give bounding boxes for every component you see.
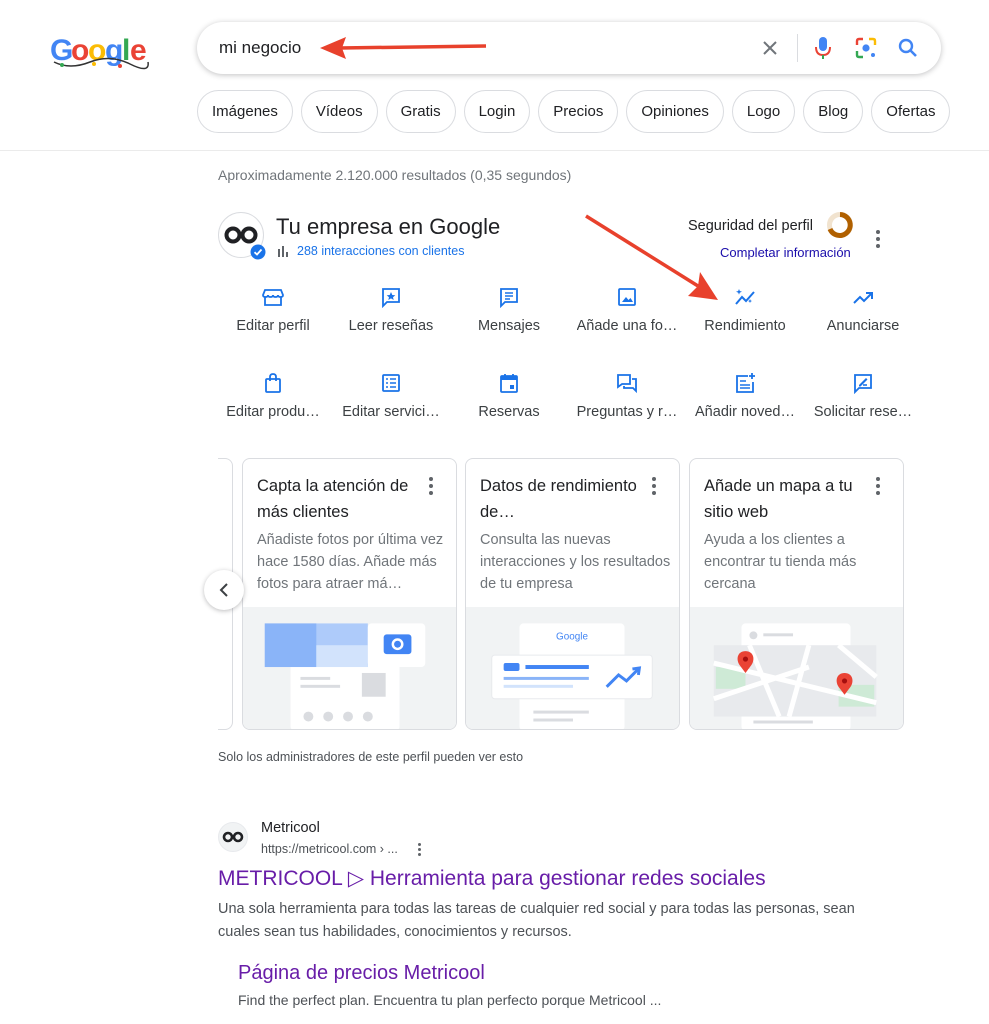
site-name[interactable]: Metricool (261, 820, 320, 836)
action-label: Añade una fo… (576, 318, 678, 334)
action-label: Anunciarse (826, 318, 900, 334)
action-storefront[interactable]: Editar perfil (214, 286, 332, 334)
svg-text:o: o (71, 34, 89, 67)
filter-chip[interactable]: Blog (803, 90, 864, 133)
clear-icon[interactable] (757, 35, 783, 61)
filter-chip[interactable]: Ofertas (871, 90, 951, 133)
calendar-icon (500, 374, 518, 393)
action-qa[interactable]: Preguntas y r… (568, 372, 686, 420)
filter-chip[interactable]: Login (463, 90, 531, 133)
result-snippet: Una sola herramienta para todas las tare… (218, 901, 855, 940)
carousel-previous-button[interactable] (204, 570, 244, 610)
result-more-options-icon[interactable] (416, 843, 422, 856)
action-label: Reservas (478, 404, 540, 420)
svg-text:G: G (50, 34, 73, 67)
card-more-options-icon[interactable] (428, 477, 434, 495)
action-label: Rendimiento (704, 318, 786, 334)
search-input[interactable]: mi negocio (219, 38, 301, 58)
card-description: Consulta las nuevas interacciones y los … (480, 532, 671, 592)
list-icon (382, 374, 400, 392)
photos-illustration (243, 607, 456, 729)
action-review[interactable]: Leer reseñas (332, 286, 450, 334)
performance-icon (735, 289, 755, 305)
action-label: Editar produ… (226, 404, 320, 420)
filter-chip[interactable]: Vídeos (300, 90, 378, 133)
complete-info-link[interactable]: Completar información (720, 245, 851, 260)
svg-text:g: g (105, 34, 123, 67)
bar-chart-icon (278, 246, 288, 257)
action-performance[interactable]: Rendimiento (686, 286, 804, 334)
header-divider (0, 150, 989, 151)
profile-strength-ring-icon (827, 212, 853, 238)
art-brand-text: Google (556, 631, 588, 642)
action-label: Solicitar rese… (813, 404, 913, 420)
action-label: Mensajes (477, 318, 541, 334)
microphone-icon[interactable] (810, 35, 836, 61)
admin-only-note: Solo los administradores de este perfil … (218, 750, 524, 764)
interactions-label: 288 interacciones con clientes (297, 244, 465, 258)
post-add-icon (736, 373, 755, 393)
google-doodle-logo[interactable]: G o o g l e (50, 32, 150, 70)
performance-illustration: Google (466, 607, 679, 729)
business-more-options-icon[interactable] (875, 230, 881, 248)
site-favicon[interactable] (218, 822, 248, 852)
filter-chip[interactable]: Opiniones (626, 90, 724, 133)
filter-chip[interactable]: Gratis (385, 90, 456, 133)
card-more-options-icon[interactable] (875, 477, 881, 495)
review-icon (382, 288, 400, 308)
action-message[interactable]: Mensajes (450, 286, 568, 334)
site-url[interactable]: https://metricool.com › ... (261, 842, 398, 856)
card-more-options-icon[interactable] (651, 477, 657, 495)
message-icon (500, 288, 518, 308)
rate-review-icon (854, 374, 872, 394)
action-shopping-bag[interactable]: Editar produ… (214, 372, 332, 420)
result-title-link[interactable]: METRICOOL ▷ Herramienta para gestionar r… (218, 866, 766, 891)
card-title: Datos de rendimiento de… (480, 477, 637, 521)
business-panel-title: Tu empresa en Google (276, 214, 501, 239)
search-icon[interactable] (895, 35, 921, 61)
storefront-icon (262, 289, 284, 306)
action-label: Editar perfil (236, 318, 310, 334)
action-list[interactable]: Editar servici… (332, 372, 450, 420)
action-trending-up[interactable]: Anunciarse (804, 286, 922, 334)
filter-chip[interactable]: Precios (538, 90, 619, 133)
filter-chip[interactable]: Logo (731, 90, 796, 133)
interactions-link[interactable]: 288 interacciones con clientes (277, 244, 464, 258)
google-lens-icon[interactable] (853, 35, 879, 61)
verified-badge-icon (250, 244, 266, 260)
search-box[interactable]: mi negocio (197, 22, 941, 74)
business-actions-row-2: Editar produ… Editar servici… Reservas Preg… (214, 372, 924, 420)
card-description: Ayuda a los clientes a encontrar tu tien… (704, 532, 857, 592)
card-performance-data[interactable]: Datos de rendimiento de… Consulta las nu… (465, 458, 680, 730)
shopping-bag-icon (265, 373, 281, 393)
results-count: Aproximadamente 2.120.000 resultados (0,… (218, 167, 572, 183)
card-title: Capta la atención de más clientes (257, 477, 409, 521)
action-calendar[interactable]: Reservas (450, 372, 568, 420)
svg-text:e: e (130, 34, 147, 67)
card-description: Añadiste fotos por última vez hace 1580 … (257, 532, 444, 592)
profile-security-label: Seguridad del perfil (688, 218, 813, 234)
sitelink-title-link[interactable]: Página de precios Metricool (238, 962, 485, 985)
action-rate-review[interactable]: Solicitar rese… (804, 372, 922, 420)
card-add-photos[interactable]: Capta la atención de más clientes Añadis… (242, 458, 457, 730)
qa-icon (617, 374, 637, 394)
trending-up-icon (853, 292, 873, 304)
filter-chip[interactable]: Imágenes (197, 90, 293, 133)
card-add-map[interactable]: Añade un mapa a tu sitio web Ayuda a los… (689, 458, 904, 730)
action-label: Editar servici… (342, 404, 440, 420)
action-post-add[interactable]: Añadir noved… (686, 372, 804, 420)
card-title: Añade un mapa a tu sitio web (704, 477, 853, 521)
search-divider (797, 34, 798, 62)
search-filter-chips: Imágenes Vídeos Gratis Login Precios Opinione… (197, 90, 951, 133)
map-illustration (690, 607, 903, 729)
business-actions-row-1: Editar perfil Leer reseñas Mensajes Añade u… (214, 286, 924, 334)
action-label: Leer reseñas (348, 318, 434, 334)
action-photo[interactable]: Añade una fo… (568, 286, 686, 334)
chevron-left-icon (219, 583, 228, 597)
action-label: Añadir noved… (695, 404, 795, 420)
photo-icon (618, 288, 636, 306)
action-label: Preguntas y r… (576, 404, 678, 420)
sitelink-snippet: Find the perfect plan. Encuentra tu plan… (238, 992, 662, 1008)
